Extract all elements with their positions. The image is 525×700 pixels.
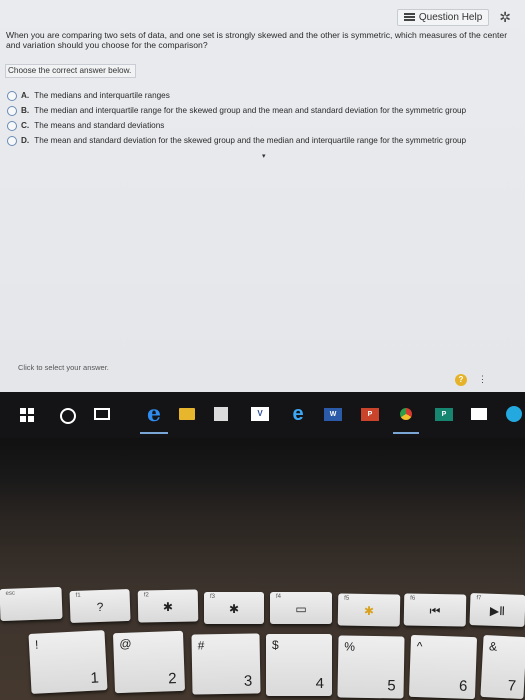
task-view-icon[interactable]	[94, 408, 110, 420]
key-3: #3	[191, 633, 261, 695]
click-hint: Click to select your answer.	[18, 363, 109, 372]
windows-taskbar: e V e W P P	[0, 392, 525, 438]
browser-content: Question Help ✲ When you are comparing t…	[0, 0, 525, 392]
list-icon	[403, 12, 415, 22]
key-6: ^ 6	[408, 634, 478, 700]
chrome-icon[interactable]	[397, 404, 415, 424]
f5-key: f5 ✱	[337, 593, 401, 627]
question-text: When you are comparing two sets of data,…	[6, 30, 508, 50]
option-text: The mean and standard deviation for the …	[34, 136, 467, 145]
radio-button-d[interactable]	[7, 135, 17, 146]
answer-option-c[interactable]: C. The means and standard deviations	[7, 119, 507, 132]
publisher-icon[interactable]: P	[434, 404, 454, 424]
word-icon[interactable]: W	[323, 404, 343, 424]
esc-key: esc	[0, 586, 63, 622]
f4-key: f4 ▭	[270, 592, 332, 624]
mail-icon[interactable]	[470, 404, 488, 424]
key-1: ! 1	[28, 630, 108, 694]
help-bar: Question Help ✲	[396, 6, 511, 28]
mouse-cursor-icon: ▾	[262, 153, 266, 160]
internet-explorer-icon[interactable]: e	[288, 403, 308, 425]
answer-option-d[interactable]: D. The mean and standard deviation for t…	[7, 134, 507, 147]
key-2: @2	[112, 630, 186, 694]
windows-start-icon[interactable]	[20, 408, 34, 422]
radio-button-b[interactable]	[7, 105, 17, 116]
more-options-icon[interactable]: ⋮	[478, 374, 487, 385]
cortana-search-icon[interactable]	[60, 408, 76, 424]
virtualbox-icon[interactable]: V	[250, 404, 270, 424]
answer-option-b[interactable]: B. The median and interquartile range fo…	[7, 104, 507, 117]
file-explorer-icon[interactable]	[178, 404, 196, 424]
laptop-keyboard: esc f1? f2 ✱ f3 ✱ f4 ▭ f5 ✱ f6 ⏮ f7 ▶Ⅱ ! 1 @2 #…	[0, 518, 525, 700]
skype-icon[interactable]	[505, 404, 523, 424]
option-text: The medians and interquartile ranges	[34, 91, 170, 100]
active-app-indicator	[140, 432, 168, 434]
f6-key: f6 ⏮	[403, 593, 467, 627]
option-letter: B.	[21, 106, 30, 115]
f7-key: f7 ▶Ⅱ	[469, 593, 525, 627]
question-help-button[interactable]: Question Help	[396, 8, 490, 26]
instruction-box: Choose the correct answer below.	[5, 64, 136, 78]
radio-button-a[interactable]	[7, 90, 17, 101]
active-app-indicator	[393, 432, 419, 434]
option-text: The means and standard deviations	[34, 121, 165, 130]
option-letter: A.	[21, 91, 30, 100]
key-5: % 5	[337, 635, 405, 699]
answer-option-a[interactable]: A. The medians and interquartile ranges	[7, 89, 507, 102]
option-text: The median and interquartile range for t…	[34, 106, 467, 115]
option-letter: D.	[21, 136, 30, 145]
help-badge-icon[interactable]: ?	[455, 374, 467, 386]
answer-options: A. The medians and interquartile ranges …	[7, 89, 507, 149]
radio-button-c[interactable]	[7, 120, 17, 131]
option-letter: C.	[21, 121, 30, 130]
store-icon[interactable]	[213, 404, 229, 424]
edge-browser-icon[interactable]: e	[144, 401, 164, 427]
gear-icon[interactable]: ✲	[499, 9, 511, 26]
key-4: $4	[266, 634, 332, 696]
powerpoint-icon[interactable]: P	[360, 404, 380, 424]
question-help-label: Question Help	[418, 11, 483, 23]
f3-key: f3 ✱	[204, 592, 264, 624]
key-7: & 7	[480, 634, 525, 700]
f2-key: f2 ✱	[137, 589, 199, 623]
f1-key: f1?	[69, 588, 131, 624]
laptop-bezel	[0, 438, 525, 518]
